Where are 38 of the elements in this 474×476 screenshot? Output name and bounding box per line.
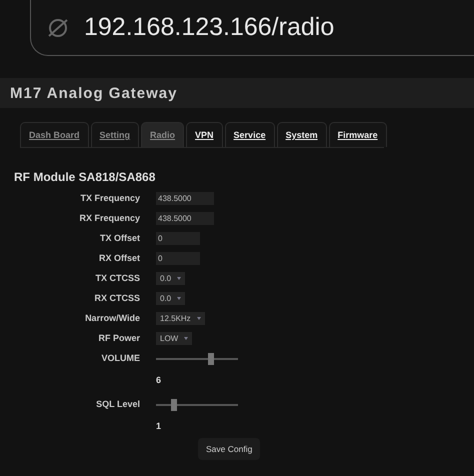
dropdown[interactable]: 0.0 bbox=[156, 272, 186, 285]
caret-icon bbox=[196, 317, 201, 320]
section-title: RF Module SA818/SA868 bbox=[14, 170, 156, 184]
slider-thumb[interactable] bbox=[208, 353, 214, 365]
tab[interactable]: Firmware bbox=[328, 122, 387, 147]
input-field[interactable]: 438.5000 bbox=[156, 192, 214, 205]
tab[interactable]: VPN bbox=[186, 122, 223, 147]
slider-thumb[interactable] bbox=[171, 399, 178, 411]
caret-icon bbox=[177, 297, 182, 300]
field-label: SQL Level bbox=[95, 398, 140, 409]
slider-value: 1 bbox=[156, 421, 162, 431]
caret-icon bbox=[177, 277, 182, 280]
dropdown[interactable]: 12.5KHz bbox=[156, 312, 205, 325]
field-label: VOLUME bbox=[100, 352, 140, 363]
dropdown[interactable]: LOW bbox=[156, 332, 192, 345]
field-label: RX CTCSS bbox=[93, 292, 140, 303]
tab[interactable]: Radio bbox=[141, 122, 184, 147]
tab[interactable]: Service bbox=[224, 122, 275, 147]
field-label: RX Frequency bbox=[78, 212, 140, 223]
field-label: Narrow/Wide bbox=[84, 312, 140, 323]
input-field[interactable]: 438.5000 bbox=[156, 212, 214, 225]
page-title: M17 Analog Gateway bbox=[10, 84, 178, 102]
tab[interactable]: System bbox=[276, 122, 327, 147]
tab[interactable]: Dash Board bbox=[20, 122, 89, 147]
slider-value: 6 bbox=[156, 375, 162, 385]
field-label: RF Power bbox=[97, 332, 140, 343]
dropdown[interactable]: 0.0 bbox=[156, 292, 186, 305]
input-field[interactable]: 0 bbox=[156, 252, 200, 265]
tab[interactable]: Setting bbox=[90, 122, 140, 147]
input-field[interactable]: 0 bbox=[156, 232, 200, 245]
field-label: TX Frequency bbox=[79, 192, 140, 203]
address-bar[interactable]: 192.168.123.166/radio bbox=[30, 0, 474, 56]
field-label: TX Offset bbox=[98, 232, 140, 243]
field-label: RX Offset bbox=[98, 252, 140, 263]
save-button[interactable]: Save Config bbox=[198, 438, 260, 460]
field-label: TX CTCSS bbox=[94, 272, 140, 283]
caret-icon bbox=[184, 337, 188, 340]
url-text: 192.168.123.166/radio bbox=[84, 13, 334, 42]
